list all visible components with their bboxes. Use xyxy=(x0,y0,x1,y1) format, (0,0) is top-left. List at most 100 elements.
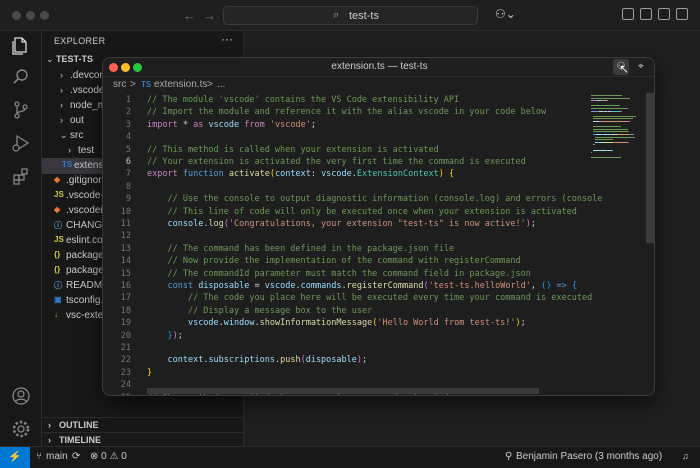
code-line[interactable]: 16 const disposable = vscode.commands.re… xyxy=(103,281,643,293)
file-type-icon: ↓ xyxy=(54,310,58,319)
code-line[interactable]: 15 // The commandId parameter must match… xyxy=(103,269,643,281)
line-number: 21 xyxy=(120,343,131,353)
file-type-icon: ◆ xyxy=(54,205,61,214)
breadcrumb-file[interactable]: extension.ts xyxy=(154,79,207,90)
code-line[interactable]: 8 xyxy=(103,182,643,194)
code-line[interactable]: 23} xyxy=(103,368,643,380)
code-token: // The command has been defined in the p… xyxy=(167,243,455,254)
code-token: ExtensionContext xyxy=(356,169,439,180)
close-window-button[interactable] xyxy=(12,11,21,20)
code-line[interactable]: 4 xyxy=(103,132,643,144)
command-center[interactable]: ⌕ test-ts xyxy=(223,6,478,25)
manage-gear-icon[interactable] xyxy=(11,419,31,439)
horizontal-scrollbar[interactable] xyxy=(147,388,539,394)
code-token: // Your extension is activated the very … xyxy=(147,157,526,167)
arrow-left-icon[interactable]: ← xyxy=(183,8,196,23)
code-token: // Now provide the implementation of the… xyxy=(167,256,521,267)
toggle-secondary-sidebar-icon[interactable] xyxy=(658,8,670,20)
code-text: context.subscriptions.push(disposable); xyxy=(147,355,367,365)
code-line[interactable]: 12 xyxy=(103,231,643,243)
code-token: function xyxy=(177,169,229,180)
line-number: 14 xyxy=(120,256,131,267)
outline-section[interactable]: › OUTLINE xyxy=(42,417,244,431)
code-token: 'test-ts.helloWorld' xyxy=(428,281,531,291)
pin-window-icon[interactable]: ⌖ xyxy=(633,59,649,75)
remote-indicator[interactable]: ⚡ xyxy=(0,447,30,468)
customize-layout-icon[interactable] xyxy=(676,8,688,20)
code-line[interactable]: 1 // The module 'vscode' contains the VS … xyxy=(103,95,643,107)
code-editor[interactable]: 1 // The module 'vscode' contains the VS … xyxy=(103,93,654,395)
code-token: => xyxy=(551,281,572,291)
code-line[interactable]: 10 // This line of code will only be exe… xyxy=(103,207,643,219)
activity-bar xyxy=(0,31,42,446)
minimap[interactable] xyxy=(589,93,647,163)
code-line[interactable]: 7 export function activate(context: vscod… xyxy=(103,169,643,181)
file-type-icon: ▣ xyxy=(54,295,62,304)
code-line[interactable]: 19 vscode.window.showInformationMessage(… xyxy=(103,318,643,330)
code-line[interactable]: 20 }); xyxy=(103,331,643,343)
code-line[interactable]: 11 console.log('Congratulations, your ex… xyxy=(103,219,643,231)
explorer-icon[interactable] xyxy=(11,35,31,55)
code-token: vscode xyxy=(264,281,296,291)
branch-name[interactable]: main xyxy=(46,451,68,462)
bell-icon[interactable]: ♫ xyxy=(682,451,689,461)
accounts-icon[interactable] xyxy=(11,386,31,406)
code-token: { xyxy=(449,169,455,180)
toggle-panel-icon[interactable] xyxy=(640,8,652,20)
maximize-window-button[interactable] xyxy=(40,11,49,20)
breadcrumb-src[interactable]: src xyxy=(113,79,126,90)
code-token: window xyxy=(223,318,255,329)
code-line[interactable]: 2 // Import the module and reference it w… xyxy=(103,107,643,119)
line-number: 8 xyxy=(125,181,131,192)
source-control-icon[interactable] xyxy=(11,100,31,120)
search-icon[interactable] xyxy=(11,67,31,87)
code-token: * xyxy=(177,119,194,130)
code-text: }); xyxy=(147,331,182,341)
breadcrumb-symbol[interactable]: ... xyxy=(217,79,225,90)
sidebar-title: EXPLORER xyxy=(54,36,106,46)
code-line[interactable]: 17 // The code you place here will be ex… xyxy=(103,293,643,305)
file-type-icon: JS xyxy=(54,235,64,244)
code-line[interactable]: 22 context.subscriptions.push(disposable… xyxy=(103,355,643,367)
code-line[interactable]: 21 xyxy=(103,343,643,355)
code-line[interactable]: 5 // This method is called when your exte… xyxy=(103,145,643,157)
code-token: 'Hello World from test-ts!' xyxy=(377,318,516,329)
line-number: 24 xyxy=(120,380,131,391)
minimap-line xyxy=(591,95,622,96)
window-title: extension.ts — test-ts xyxy=(331,61,428,72)
code-line[interactable]: 9 // Use the console to output diagnosti… xyxy=(103,194,643,206)
arrow-right-icon[interactable]: → xyxy=(203,8,216,23)
code-line[interactable]: 6 // Your extension is activated the very… xyxy=(103,157,643,169)
code-line[interactable]: 3 import * as vscode from 'vscode'; xyxy=(103,120,643,132)
vertical-scrollbar[interactable] xyxy=(646,93,654,243)
code-token: subscriptions xyxy=(208,355,275,366)
line-number: 19 xyxy=(120,318,131,329)
code-text: const disposable = vscode.commands.regis… xyxy=(147,281,577,291)
minimap-line xyxy=(610,134,618,135)
code-line[interactable]: 13 // The command has been defined in th… xyxy=(103,244,643,256)
code-text: // This method is called when your exten… xyxy=(147,145,439,155)
line-number: 16 xyxy=(120,281,131,291)
line-number: 20 xyxy=(120,330,131,341)
chevron-down-icon: ⌄ xyxy=(46,54,54,64)
problems-count[interactable]: ⊗ 0 ⚠ 0 xyxy=(90,451,127,462)
code-line[interactable]: 18 // Display a message box to the user xyxy=(103,306,643,318)
sync-icon[interactable]: ⟳ xyxy=(72,451,80,462)
minimize-window-button[interactable] xyxy=(26,11,35,20)
copilot-icon[interactable]: ⚇⌄ xyxy=(495,7,516,21)
code-line[interactable]: 14 // Now provide the implementation of … xyxy=(103,256,643,268)
more-actions-icon[interactable]: ··· xyxy=(221,32,233,46)
toggle-primary-sidebar-icon[interactable] xyxy=(622,8,634,20)
code-token: showInformationMessage xyxy=(259,318,373,329)
extensions-icon[interactable] xyxy=(11,166,31,186)
line-number: 23 xyxy=(120,367,131,378)
code-token: // Use the console to output diagnostic … xyxy=(167,194,603,205)
code-text: // Use the console to output diagnostic … xyxy=(147,194,602,204)
run-debug-icon[interactable] xyxy=(11,133,31,153)
git-blame[interactable]: Benjamin Pasero (3 months ago) xyxy=(516,451,662,462)
code-text: import * as vscode from 'vscode'; xyxy=(147,120,316,130)
timeline-section[interactable]: › TIMELINE xyxy=(42,432,244,446)
